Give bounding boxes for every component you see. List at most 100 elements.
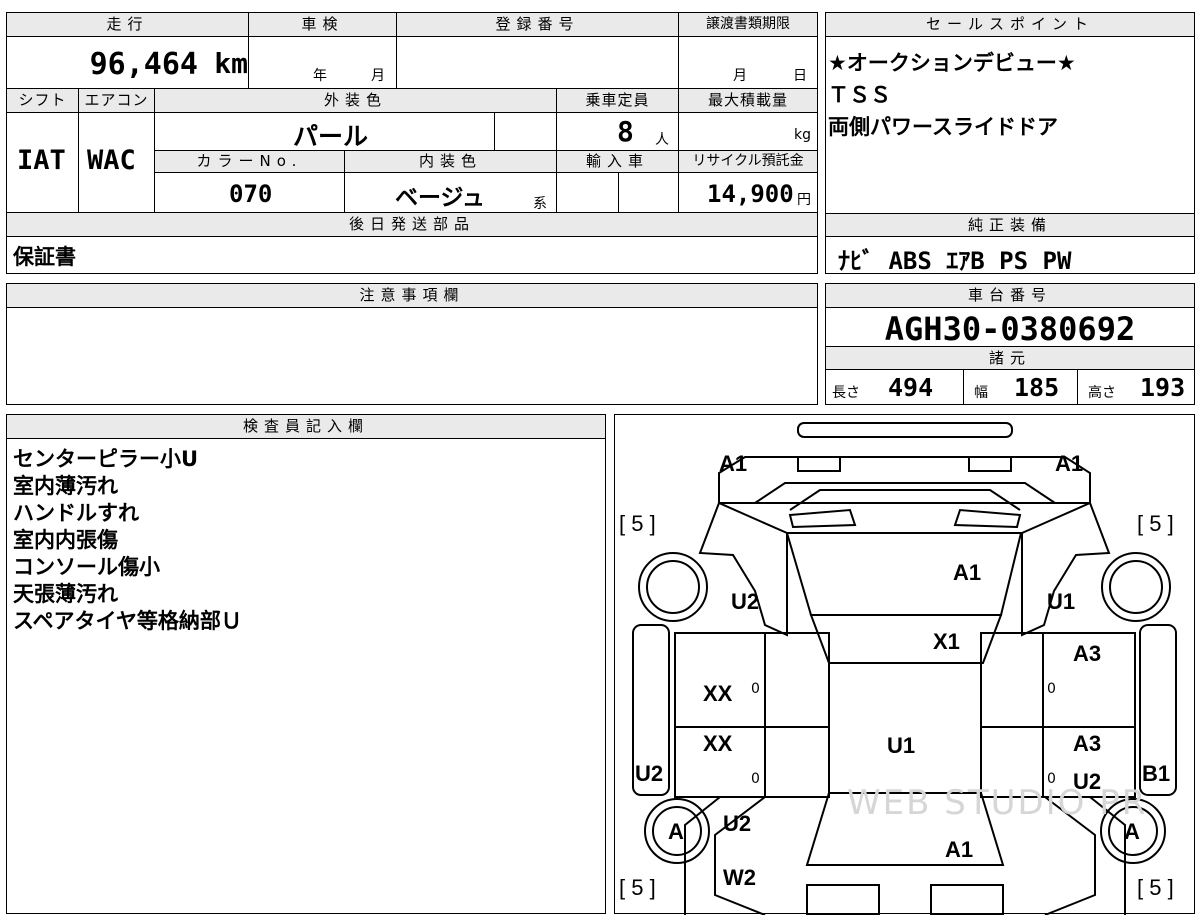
label-door-fl: XX [703, 681, 733, 706]
import-header: 輸入車 [557, 151, 679, 173]
label-tire-rr: [ 5 ] [1137, 875, 1174, 900]
chassis-number: AGH30-0380692 [884, 310, 1136, 348]
shift-cell: IAT [7, 113, 79, 213]
label-roof: U1 [887, 733, 916, 758]
vehicle-info-table: 走行 車検 登録番号 譲渡書類期限 96,464 km 年 月 月 日 シフト … [6, 12, 818, 274]
notes-header: 注意事項欄 [7, 284, 817, 308]
capacity-header: 乗車定員 [557, 89, 679, 113]
sales-point-line-3: 両側パワースライドドア [828, 115, 1058, 139]
transfer-deadline-cell: 月 日 [679, 37, 817, 89]
inspector-line-2: 室内薄汚れ [13, 474, 118, 498]
recycle-header: リサイクル預託金 [679, 151, 817, 173]
label-door-fr: A3 [1073, 641, 1102, 666]
interior-suffix: 系 [533, 196, 547, 212]
label-fender-fl: U2 [731, 589, 760, 614]
inspection-month: 月 [371, 68, 385, 84]
max-load-header: 最大積載量 [679, 89, 817, 113]
registration-header: 登録番号 [397, 13, 679, 37]
inspector-line-3: ハンドルすれ [13, 501, 139, 525]
aircon-header: エアコン [79, 89, 155, 113]
label-zero-3: 0 [1047, 681, 1056, 697]
max-load-cell: kg [679, 113, 817, 151]
shift-header: シフト [7, 89, 79, 113]
chassis-header: 車台番号 [826, 284, 1194, 308]
inspection-year: 年 [313, 68, 327, 84]
exterior-header: 外装色 [155, 89, 557, 113]
capacity-cell: 8 人 [557, 113, 679, 151]
interior-cell: ベージュ 系 [345, 173, 557, 213]
mileage-value: 96,464 [89, 47, 198, 82]
recycle-value: 14,900 [707, 180, 794, 208]
inspector-line-5: コンソール傷小 [13, 555, 160, 579]
import-cell-b [619, 173, 679, 213]
mileage-header: 走行 [7, 13, 249, 37]
inspector-box: 検査員記入欄 センターピラー小U 室内薄汚れ ハンドルすれ 室内内張傷 コンソー… [6, 414, 606, 914]
sales-point-line-2: ＴＳＳ [828, 83, 891, 107]
label-rear-bumper: W2 [723, 865, 756, 890]
recycle-unit: 円 [797, 192, 811, 208]
label-tire-fl: [ 5 ] [619, 511, 656, 536]
later-parts-value: 保証書 [13, 245, 76, 269]
spec-length-value: 494 [888, 373, 934, 402]
label-zero-2: 0 [751, 771, 760, 787]
equipment-value: ﾅﾋﾞ ABS ｴｱB PS PW [838, 247, 1072, 275]
transfer-month: 月 [733, 68, 747, 84]
mileage-unit: km [214, 47, 248, 80]
spec-height-value: 193 [1140, 373, 1186, 402]
equipment-header: 純正装備 [826, 213, 1194, 237]
inspector-line-6: 天張薄汚れ [13, 582, 118, 606]
sales-points-header: セールスポイント [826, 13, 1194, 37]
mileage-cell: 96,464 km [7, 37, 249, 89]
inspector-line-7: スペアタイヤ等格納部Ｕ [13, 609, 242, 633]
damage-diagram: A1 A1 [ 5 ] [ 5 ] A1 U2 U1 X1 XX XX A3 A… [614, 414, 1195, 915]
spec-height-label: 高さ [1088, 385, 1116, 401]
label-tire-fr: [ 5 ] [1137, 511, 1174, 536]
aircon-value: WAC [87, 145, 136, 176]
import-cell-a [557, 173, 619, 213]
spec-length-label: 長さ [832, 385, 860, 401]
sales-point-line-1: ★オークションデビュー★ [828, 51, 1076, 75]
registration-cell [397, 37, 679, 89]
transfer-day: 日 [793, 68, 807, 84]
inspection-header: 車検 [249, 13, 397, 37]
spec-length: 長さ 494 [826, 370, 964, 404]
label-hood: A1 [953, 560, 982, 585]
aircon-cell: WAC [79, 113, 155, 213]
inspector-line-1: センターピラー小U [13, 447, 199, 471]
exterior-extra-cell [495, 113, 557, 151]
spec-width-value: 185 [1014, 373, 1060, 402]
shift-value: IAT [17, 145, 66, 176]
car-outline [632, 422, 1177, 915]
notes-box: 注意事項欄 [6, 283, 818, 405]
label-trunk: A1 [945, 837, 974, 862]
label-tire-rl: [ 5 ] [619, 875, 656, 900]
sales-points-box: セールスポイント ★オークションデビュー★ ＴＳＳ 両側パワースライドドア 純正… [825, 12, 1195, 275]
spec-width-label: 幅 [974, 385, 988, 401]
exterior-cell: パール [155, 113, 495, 151]
label-door-rr: A3 [1073, 731, 1102, 756]
label-quarter-left: U2 [723, 811, 752, 836]
later-parts-header: 後日発送部品 [7, 213, 817, 237]
interior-header: 内装色 [345, 151, 557, 173]
specs-header: 諸元 [826, 346, 1194, 370]
max-load-unit: kg [794, 127, 811, 143]
color-no-cell: 070 [155, 173, 345, 213]
label-front-left: A1 [719, 451, 748, 476]
spec-height: 高さ 193 [1078, 370, 1194, 404]
watermark: WEB STUDIO PR [847, 783, 1148, 823]
color-no-value: 070 [229, 180, 273, 208]
recycle-cell: 14,900 円 [679, 173, 817, 213]
capacity-value: 8 [617, 115, 634, 148]
label-fender-fr: U1 [1047, 589, 1076, 614]
exterior-value: パール [293, 122, 369, 151]
spec-width: 幅 185 [964, 370, 1078, 404]
label-door-rl: XX [703, 731, 733, 756]
label-wheel-left: A [668, 819, 684, 844]
interior-value: ベージュ [395, 185, 485, 211]
inspection-cell: 年 月 [249, 37, 397, 89]
inspector-header: 検査員記入欄 [7, 415, 605, 439]
transfer-deadline-header: 譲渡書類期限 [679, 13, 817, 37]
label-side-left: U2 [635, 761, 664, 786]
label-front-right: A1 [1055, 451, 1084, 476]
inspector-line-4: 室内内張傷 [13, 528, 118, 552]
